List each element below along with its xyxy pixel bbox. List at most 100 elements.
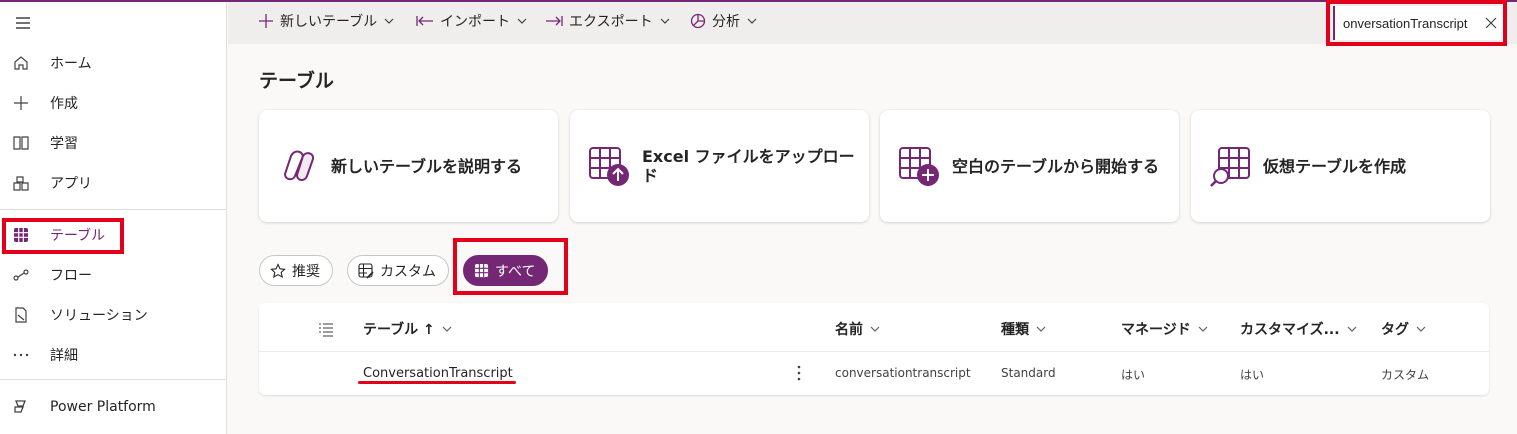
import-icon xyxy=(416,16,433,26)
chevron-down-icon xyxy=(384,18,394,24)
page-title: テーブル xyxy=(259,70,334,92)
apps-icon xyxy=(12,174,30,192)
plus-icon xyxy=(12,94,30,112)
chevron-down-icon xyxy=(442,326,452,332)
sidebar-item-more[interactable]: 詳細 xyxy=(0,335,227,375)
column-header-label: 種類 xyxy=(1001,322,1029,338)
analyze-button[interactable]: 分析 xyxy=(690,9,758,33)
start-blank-table-card[interactable]: 空白のテーブルから開始する xyxy=(880,110,1179,222)
flow-icon xyxy=(12,266,30,284)
sidebar-item-power-platform[interactable]: Power Platform xyxy=(0,387,227,427)
filter-label: 推奨 xyxy=(292,263,320,280)
card-label: Excel ファイルをアップロード xyxy=(642,147,855,185)
search-input[interactable] xyxy=(1343,15,1473,31)
more-icon xyxy=(12,346,30,364)
column-header-name[interactable]: 名前 xyxy=(835,319,881,339)
column-header-label: 名前 xyxy=(835,322,863,338)
copilot-icon xyxy=(283,150,315,181)
chevron-down-icon xyxy=(870,326,880,332)
custom-table-icon xyxy=(358,262,374,279)
table-display-name-link[interactable]: ConversationTranscript xyxy=(363,366,513,381)
filter-label: すべて xyxy=(495,263,536,280)
column-header-type[interactable]: 種類 xyxy=(1001,319,1047,339)
column-header-label: カスタマイズ... xyxy=(1240,322,1340,338)
close-icon[interactable] xyxy=(1483,15,1499,31)
card-label: 仮想テーブルを作成 xyxy=(1263,156,1407,176)
grid-icon xyxy=(474,263,489,278)
left-navigation: ホーム 作成 学習 アプリ テーブル フロー ソリューション 詳細 Power … xyxy=(0,2,227,434)
solution-icon xyxy=(12,306,30,324)
column-header-tags[interactable]: タグ xyxy=(1381,319,1427,339)
book-icon xyxy=(12,134,30,152)
pie-chart-icon xyxy=(690,13,706,29)
sidebar-item-label: テーブル xyxy=(50,228,106,244)
chevron-down-icon xyxy=(1198,326,1208,332)
card-label: 新しいテーブルを説明する xyxy=(331,156,523,176)
chevron-down-icon xyxy=(1347,326,1356,332)
power-platform-icon xyxy=(12,398,30,416)
create-virtual-table-card[interactable]: 仮想テーブルを作成 xyxy=(1191,110,1490,222)
sidebar-item-label: アプリ xyxy=(50,176,92,192)
column-header-label: タグ xyxy=(1381,322,1409,338)
filter-all[interactable]: すべて xyxy=(463,255,549,286)
describe-new-table-card[interactable]: 新しいテーブルを説明する xyxy=(259,110,558,222)
column-header-label: マネージド xyxy=(1121,322,1191,338)
hamburger-menu-icon[interactable] xyxy=(14,14,32,32)
column-header-customizable[interactable]: カスタマイズ... xyxy=(1240,319,1358,339)
sidebar-item-tables[interactable]: テーブル xyxy=(0,215,227,255)
table-managed-cell: はい xyxy=(1121,368,1146,382)
home-icon xyxy=(12,54,30,72)
filter-label: カスタム xyxy=(380,263,436,280)
filter-recommended[interactable]: 推奨 xyxy=(259,255,333,286)
analyze-label: 分析 xyxy=(712,14,740,30)
filter-custom[interactable]: カスタム xyxy=(347,255,449,286)
sidebar-item-label: フロー xyxy=(50,268,92,284)
chevron-down-icon xyxy=(1036,326,1046,332)
sidebar-item-label: 作成 xyxy=(50,96,78,112)
new-table-button[interactable]: 新しいテーブル xyxy=(258,9,395,33)
export-label: エクスポート xyxy=(569,14,653,30)
sidebar-item-flows[interactable]: フロー xyxy=(0,255,227,295)
highlight-underline xyxy=(358,381,516,384)
sidebar-item-label: 学習 xyxy=(50,136,78,152)
search-table-icon xyxy=(1210,147,1250,187)
column-header-managed[interactable]: マネージド xyxy=(1121,319,1209,339)
tables-grid: テーブル ↑ 名前 種類 マネージド カスタマイズ... タグ Conversa… xyxy=(259,303,1489,395)
sidebar-item-label: 詳細 xyxy=(50,348,78,364)
star-icon xyxy=(270,262,286,278)
table-tag-cell: カスタム xyxy=(1381,368,1430,382)
sidebar-item-label: ソリューション xyxy=(50,308,148,324)
export-icon xyxy=(546,16,563,26)
table-customizable-cell: はい xyxy=(1240,368,1265,382)
search-box xyxy=(1333,6,1505,40)
sidebar-item-learn[interactable]: 学習 xyxy=(0,123,227,163)
table-type-cell: Standard xyxy=(1001,366,1056,380)
table-grid-icon xyxy=(12,226,30,244)
import-button[interactable]: インポート xyxy=(416,9,528,33)
grid-header-divider xyxy=(259,351,1489,352)
plus-icon xyxy=(259,14,273,28)
sidebar-divider xyxy=(0,209,227,210)
sidebar-item-solutions[interactable]: ソリューション xyxy=(0,295,227,335)
sidebar-item-apps[interactable]: アプリ xyxy=(0,163,227,203)
upload-excel-card[interactable]: Excel ファイルをアップロード xyxy=(570,110,869,222)
column-options-icon[interactable] xyxy=(318,321,334,337)
import-label: インポート xyxy=(440,14,510,30)
upload-table-icon xyxy=(589,147,629,186)
chevron-down-icon xyxy=(747,18,757,24)
chevron-down-icon xyxy=(517,18,527,24)
chevron-down-icon xyxy=(660,18,670,24)
add-table-icon xyxy=(899,147,939,186)
sidebar-item-create[interactable]: 作成 xyxy=(0,83,227,123)
sidebar-item-home[interactable]: ホーム xyxy=(0,43,227,83)
column-header-label: テーブル ↑ xyxy=(363,322,435,338)
sidebar-item-label: Power Platform xyxy=(50,399,156,415)
column-header-table[interactable]: テーブル ↑ xyxy=(363,319,453,339)
export-button[interactable]: エクスポート xyxy=(545,9,671,33)
sidebar-item-label: ホーム xyxy=(50,56,92,72)
more-options-icon[interactable] xyxy=(794,363,804,383)
new-table-label: 新しいテーブル xyxy=(280,14,378,30)
chevron-down-icon xyxy=(1416,326,1426,332)
card-label: 空白のテーブルから開始する xyxy=(952,156,1160,176)
sidebar-divider xyxy=(0,379,227,380)
